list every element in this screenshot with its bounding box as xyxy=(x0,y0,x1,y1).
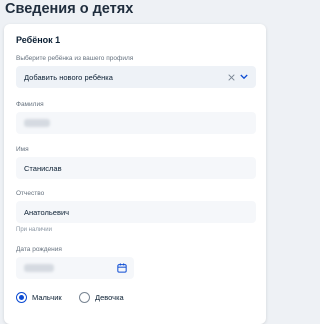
gender-label-boy: Мальчик xyxy=(32,293,62,302)
patronymic-hint: При наличии xyxy=(16,227,52,233)
surname-label: Фамилия xyxy=(16,101,44,108)
child-card: Ребёнок 1 Выберите ребёнка из вашего про… xyxy=(4,24,266,324)
radio-girl[interactable] xyxy=(79,292,90,303)
birthdate-label: Дата рождения xyxy=(16,246,62,253)
name-input[interactable]: Станислав xyxy=(16,157,256,179)
patronymic-value: Анатольевич xyxy=(24,207,70,217)
birthdate-value-redacted xyxy=(24,264,54,272)
radio-boy[interactable] xyxy=(16,292,27,303)
name-label: Имя xyxy=(16,146,29,153)
gender-option-boy[interactable]: Мальчик xyxy=(16,292,62,303)
section-title: Ребёнок 1 xyxy=(16,35,61,45)
name-value: Станислав xyxy=(24,163,62,173)
gender-option-girl[interactable]: Девочка xyxy=(79,292,124,303)
child-select-value: Добавить нового ребёнка xyxy=(24,72,113,82)
surname-value-redacted xyxy=(24,119,50,127)
chevron-down-icon[interactable] xyxy=(240,74,248,80)
patronymic-label: Отчество xyxy=(16,190,45,197)
calendar-icon[interactable] xyxy=(117,263,127,273)
gender-label-girl: Девочка xyxy=(95,293,124,302)
birthdate-input[interactable] xyxy=(16,257,134,279)
child-select[interactable]: Добавить нового ребёнка xyxy=(16,66,256,88)
page-title: Сведения о детях xyxy=(5,1,134,17)
patronymic-input[interactable]: Анатольевич xyxy=(16,201,256,223)
radio-selected-dot xyxy=(19,295,24,300)
select-label: Выберите ребёнка из вашего профиля xyxy=(16,55,134,62)
clear-icon[interactable] xyxy=(228,73,235,81)
surname-input[interactable] xyxy=(16,112,256,134)
